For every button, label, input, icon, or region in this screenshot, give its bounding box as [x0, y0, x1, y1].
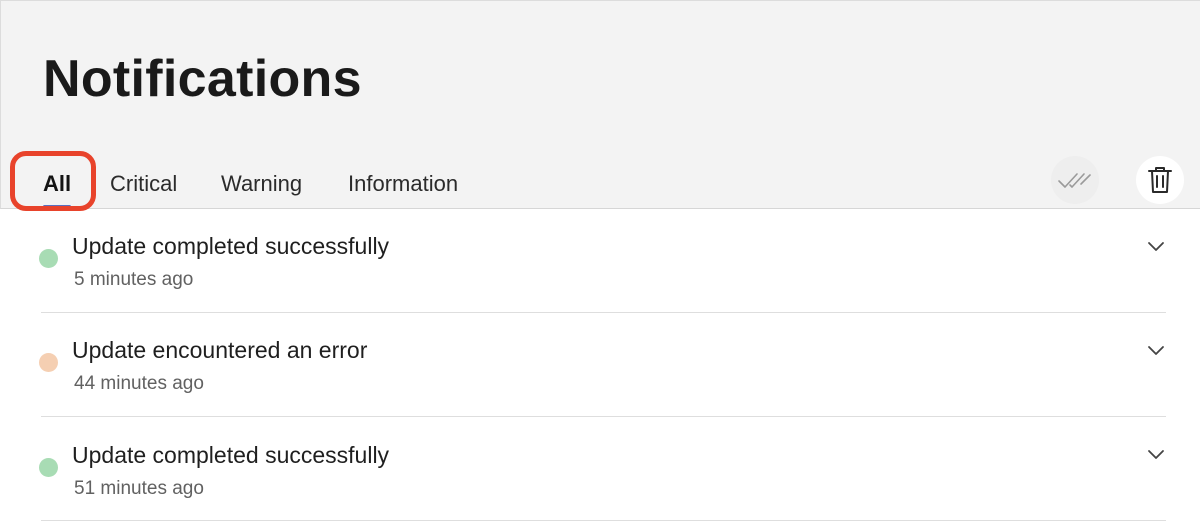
active-tab-indicator [43, 205, 71, 208]
double-check-icon [1058, 173, 1091, 188]
tab-critical[interactable]: Critical [110, 171, 177, 197]
status-dot [39, 249, 58, 268]
chevron-down-icon[interactable] [1145, 235, 1167, 257]
status-dot [39, 458, 58, 477]
notification-time: 44 minutes ago [74, 373, 204, 394]
status-dot [39, 353, 58, 372]
chevron-down-icon[interactable] [1145, 443, 1167, 465]
tab-information[interactable]: Information [348, 171, 458, 197]
notification-item[interactable]: Update completed successfully 51 minutes… [0, 417, 1200, 521]
notification-item[interactable]: Update encountered an error 44 minutes a… [0, 313, 1200, 417]
notifications-header: Notifications All Critical Warning Infor… [0, 0, 1200, 209]
trash-icon [1148, 167, 1172, 193]
page-title: Notifications [43, 50, 362, 108]
notification-title: Update completed successfully [72, 442, 390, 468]
tab-warning[interactable]: Warning [221, 171, 302, 197]
notification-title: Update completed successfully [72, 233, 390, 259]
notification-item[interactable]: Update completed successfully 5 minutes … [0, 209, 1200, 313]
notification-time: 51 minutes ago [74, 478, 204, 499]
tab-all[interactable]: All [43, 171, 71, 197]
delete-all-button[interactable] [1136, 156, 1184, 204]
notification-time: 5 minutes ago [74, 269, 194, 290]
chevron-down-icon[interactable] [1145, 339, 1167, 361]
mark-all-read-button[interactable] [1051, 156, 1099, 204]
notification-title: Update encountered an error [72, 337, 368, 363]
